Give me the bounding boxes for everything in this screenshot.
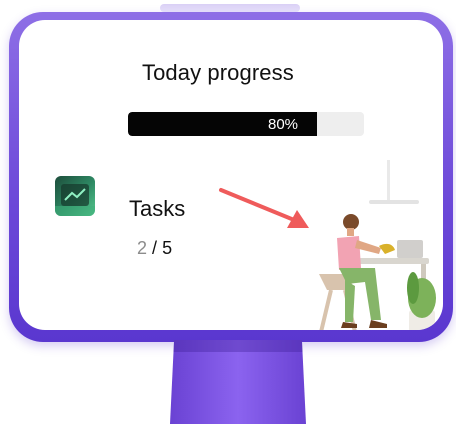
progress-percent-label: 80% — [268, 116, 299, 133]
tasks-done-count: 2 — [137, 238, 148, 258]
progress-title: Today progress — [142, 60, 294, 85]
tasks-count: 2 / 5 — [137, 238, 172, 259]
monitor-screen: Today progress 80% Tasks 2 / 5 — [19, 20, 443, 330]
app-icon[interactable] — [55, 176, 95, 216]
monitor-frame: Today progress 80% Tasks 2 / 5 — [9, 12, 453, 342]
tasks-label: Tasks — [129, 196, 186, 221]
progress-bar: 80% — [128, 112, 364, 136]
tasks-separator: / — [152, 238, 158, 258]
monitor-stand — [170, 340, 306, 424]
tasks-total-count: 5 — [162, 238, 173, 258]
monitor-top-edge — [160, 4, 300, 12]
desk-worker-illustration — [319, 160, 436, 330]
